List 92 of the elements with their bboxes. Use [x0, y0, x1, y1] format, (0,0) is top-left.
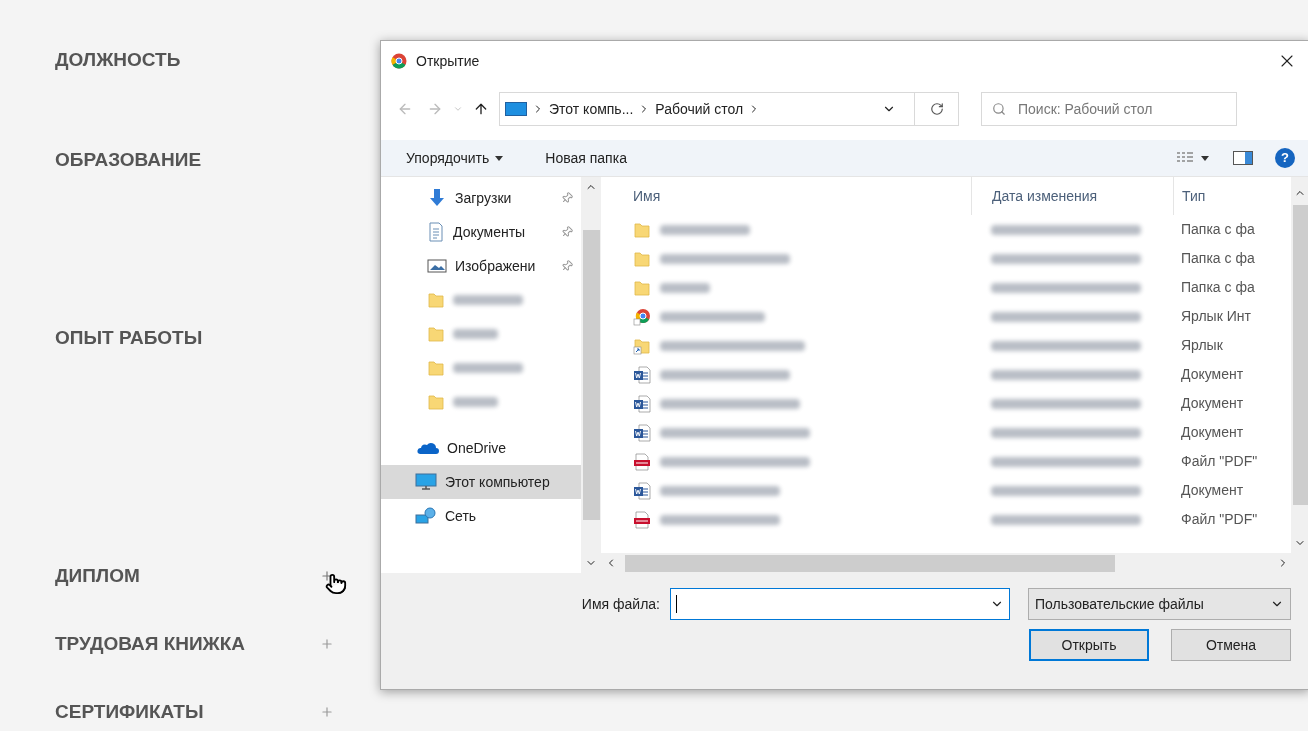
dialog-button[interactable]: Открыть — [1029, 629, 1149, 661]
file-name-label: Имя файла: — [581, 594, 660, 614]
horizontal-scrollbar[interactable] — [601, 553, 1308, 573]
file-name-input[interactable] — [670, 588, 1010, 620]
word-document-icon — [633, 394, 651, 413]
view-options-button[interactable] — [1177, 152, 1209, 164]
navigation-item[interactable]: Сеть — [381, 499, 581, 533]
table-cell-text: Папка с фа — [1180, 249, 1255, 268]
section-label: ДИПЛОМ — [55, 563, 141, 588]
document-icon — [427, 222, 445, 242]
file-row[interactable]: Ярлык Инт — [601, 302, 1291, 331]
folder-icon — [427, 325, 445, 343]
computer-monitor-icon — [415, 473, 437, 491]
section-label: ОПЫТ РАБОТЫ — [55, 325, 204, 350]
organize-menu-button[interactable]: Упорядочить — [406, 147, 504, 169]
column-header[interactable]: Имя — [601, 185, 971, 207]
help-button[interactable]: ? — [1275, 148, 1295, 168]
table-cell-text: Документ — [1180, 394, 1244, 413]
pdf-document-icon — [633, 452, 651, 471]
pdf-document-icon — [633, 510, 651, 529]
preview-pane-button[interactable] — [1233, 151, 1253, 165]
forward-button[interactable] — [427, 101, 443, 117]
new-folder-button[interactable]: Новая папка — [545, 147, 627, 169]
picture-icon — [427, 258, 447, 274]
folder-icon — [633, 278, 651, 297]
navigation-item[interactable]: Загрузки — [381, 181, 581, 215]
browser-shortcut-icon — [633, 307, 651, 326]
caret-icon — [1201, 155, 1209, 161]
blurred-text — [453, 363, 523, 373]
folder-icon — [427, 393, 445, 411]
word-document-icon — [633, 365, 651, 384]
file-row[interactable]: Документ — [601, 418, 1291, 447]
column-header[interactable]: Дата изменения — [971, 177, 1173, 215]
section-label: СЕРТИФИКАТЫ — [55, 699, 205, 724]
blurred-text — [453, 397, 498, 407]
table-cell-text: Документ — [1180, 481, 1244, 500]
hand-cursor-icon — [325, 573, 347, 595]
search-field[interactable]: Поиск: Рабочий стол — [981, 92, 1237, 126]
back-button[interactable] — [397, 101, 413, 117]
table-cell-text: Ярлык — [1180, 336, 1223, 355]
address-bar[interactable]: Этот компь... Рабочий стол — [499, 92, 959, 126]
file-row[interactable]: Файл "PDF" — [601, 505, 1291, 534]
section-label: ТРУДОВАЯ КНИЖКА — [55, 631, 247, 656]
table-cell-text: Файл "PDF" — [1180, 510, 1258, 529]
table-cell-text: Документ — [1180, 365, 1244, 384]
up-button[interactable] — [473, 101, 489, 117]
blurred-text — [660, 282, 710, 293]
table-cell-text: Документ — [1180, 423, 1244, 442]
browser-logo-icon — [391, 53, 407, 69]
file-row[interactable]: Документ — [601, 389, 1291, 418]
file-type-dropdown[interactable]: Пользовательские файлы — [1028, 588, 1291, 620]
file-row[interactable]: Папка с фа — [601, 244, 1291, 273]
folder-shortcut-icon — [633, 336, 651, 355]
table-cell-text: Ярлык Инт — [1180, 307, 1251, 326]
folder-icon — [633, 249, 651, 268]
network-globe-icon — [415, 507, 437, 525]
breadcrumb-item[interactable]: Этот компь... — [549, 98, 634, 120]
blurred-text — [453, 329, 498, 339]
file-row[interactable]: Документ — [601, 476, 1291, 505]
vertical-scrollbar[interactable] — [581, 177, 601, 573]
file-row[interactable]: Папка с фа — [601, 215, 1291, 244]
breadcrumb-item[interactable]: Рабочий стол — [655, 98, 744, 120]
section-label: ОБРАЗОВАНИЕ — [55, 147, 203, 172]
folder-icon — [427, 291, 445, 309]
refresh-icon — [929, 102, 944, 116]
table-cell-text: Файл "PDF" — [1180, 452, 1258, 471]
navigation-item[interactable]: OneDrive — [381, 431, 581, 465]
file-row[interactable]: Ярлык — [601, 331, 1291, 360]
folder-icon — [633, 220, 651, 239]
window-title: Открытие — [416, 51, 480, 71]
navigation-item[interactable]: Документы — [381, 215, 581, 249]
blurred-text — [453, 295, 523, 305]
word-document-icon — [633, 481, 651, 500]
recent-locations-icon — [453, 104, 463, 114]
download-arrow-icon — [427, 188, 447, 208]
folder-icon — [427, 359, 445, 377]
navigation-item[interactable]: Этот компьютер — [381, 465, 581, 499]
table-cell-text: Папка с фа — [1180, 278, 1255, 297]
word-document-icon — [633, 423, 651, 442]
table-cell-text: Папка с фа — [1180, 220, 1255, 239]
computer-icon — [505, 102, 527, 116]
list-view-icon — [1177, 152, 1193, 164]
navigation-item[interactable]: Изображени — [381, 249, 581, 283]
search-icon — [992, 102, 1006, 116]
file-row[interactable]: Папка с фа — [601, 273, 1291, 302]
file-row[interactable]: Файл "PDF" — [601, 447, 1291, 476]
vertical-scrollbar[interactable] — [1291, 177, 1308, 553]
cloud-icon — [415, 441, 439, 455]
dialog-button[interactable]: Отмена — [1171, 629, 1291, 661]
file-row[interactable]: Документ — [601, 360, 1291, 389]
section-label: ДОЛЖНОСТЬ — [55, 47, 182, 72]
caret-icon — [495, 155, 504, 161]
